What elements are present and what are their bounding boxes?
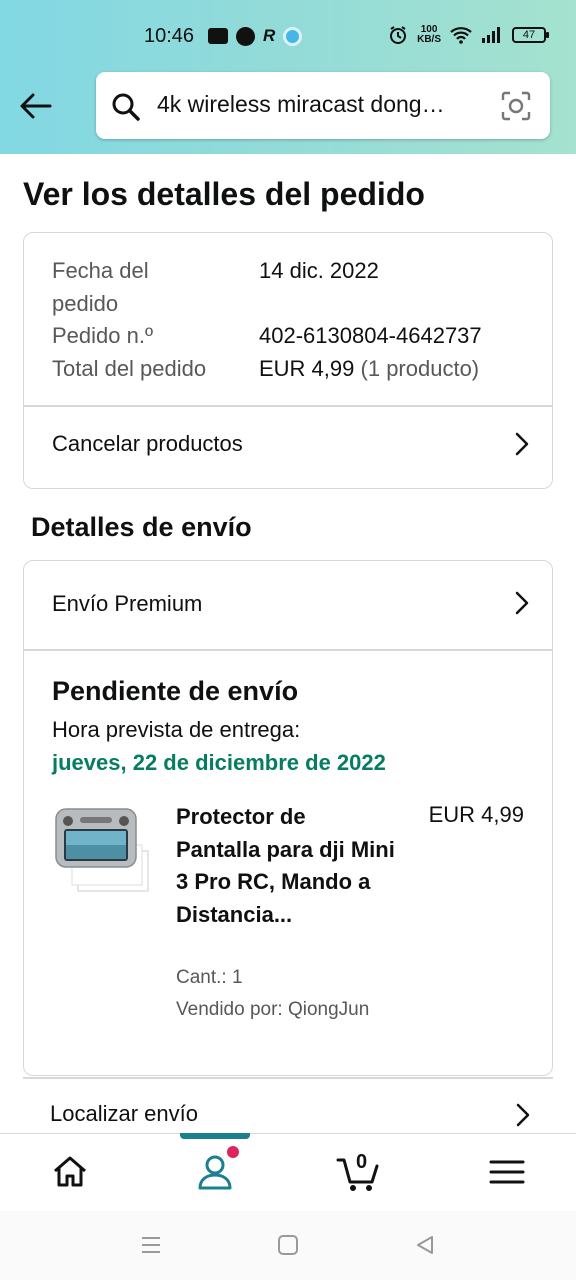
order-date-label: Fecha del pedido bbox=[52, 258, 149, 316]
notification-app-icon bbox=[283, 26, 303, 46]
order-total-value: EUR 4,99 (1 producto) bbox=[259, 353, 479, 386]
product-seller: Vendido por: QiongJun bbox=[176, 999, 370, 1020]
chevron-right-icon[interactable] bbox=[515, 1102, 531, 1128]
system-icons: 100 KB/S 47 bbox=[388, 25, 549, 45]
camera-search-icon[interactable] bbox=[500, 90, 532, 122]
shipping-status: Pendiente de envío bbox=[52, 676, 299, 706]
product-thumbnail[interactable] bbox=[54, 805, 150, 893]
order-total-amount: EUR 4,99 bbox=[259, 355, 355, 381]
status-time: 10:46 bbox=[144, 25, 195, 47]
notification-app-icon bbox=[208, 28, 228, 44]
order-total-row: Total del pedido EUR 4,99 (1 producto) bbox=[52, 353, 482, 386]
divider bbox=[24, 649, 552, 651]
system-nav-bar bbox=[0, 1211, 576, 1280]
notification-dot bbox=[227, 1146, 239, 1158]
shipping-card: Envío Premium Pendiente de envío Hora pr… bbox=[23, 560, 553, 1076]
top-bar: 10:46 R 100 KB/S 47 4k wireless miracast… bbox=[0, 0, 576, 154]
recent-apps-icon[interactable] bbox=[140, 1234, 162, 1256]
search-icon bbox=[112, 93, 140, 121]
product-name[interactable]: Protector de Pantalla para dji Mini 3 Pr… bbox=[176, 801, 396, 931]
eta-label: Hora prevista de entrega: bbox=[52, 717, 301, 742]
order-date-value: 14 dic. 2022 bbox=[259, 258, 379, 283]
shipping-method-link[interactable]: Envío Premium bbox=[52, 591, 202, 617]
divider bbox=[24, 405, 552, 407]
order-number-value: 402-6130804-4642737 bbox=[259, 323, 482, 348]
battery-indicator: 47 bbox=[512, 27, 549, 43]
order-total-count: (1 producto) bbox=[360, 355, 480, 381]
chevron-right-icon[interactable] bbox=[514, 590, 530, 616]
active-tab-indicator bbox=[180, 1133, 250, 1139]
order-total-label: Total del pedido bbox=[52, 355, 207, 381]
chevron-right-icon[interactable] bbox=[514, 431, 530, 457]
product-price: EUR 4,99 bbox=[428, 802, 524, 827]
back-arrow-icon[interactable] bbox=[16, 86, 56, 126]
network-speed-unit: KB/S bbox=[417, 34, 441, 45]
network-speed: 100 KB/S bbox=[417, 25, 441, 45]
divider bbox=[23, 1077, 553, 1079]
notification-r-icon: R bbox=[263, 26, 276, 45]
product-quantity: Cant.: 1 bbox=[176, 967, 243, 988]
cancel-items-link[interactable]: Cancelar productos bbox=[52, 431, 243, 457]
home-square-icon[interactable] bbox=[277, 1234, 299, 1256]
order-date-row: Fecha del pedido 14 dic. 2022 bbox=[52, 255, 482, 320]
order-meta: Fecha del pedido 14 dic. 2022 Pedido n.º… bbox=[52, 255, 482, 385]
notification-app-icon bbox=[236, 26, 255, 46]
cart-count: 0 bbox=[356, 1151, 368, 1173]
order-number-label: Pedido n.º bbox=[52, 323, 153, 348]
alarm-icon bbox=[390, 26, 407, 44]
signal-icon bbox=[482, 27, 500, 43]
track-shipment-link[interactable]: Localizar envío bbox=[50, 1101, 198, 1127]
shipping-section-title: Detalles de envío bbox=[31, 512, 252, 542]
home-icon[interactable] bbox=[48, 1150, 92, 1194]
wifi-icon bbox=[450, 27, 472, 44]
back-triangle-icon[interactable] bbox=[414, 1234, 436, 1256]
eta-date: jueves, 22 de diciembre de 2022 bbox=[52, 750, 386, 775]
page-title: Ver los detalles del pedido bbox=[23, 176, 425, 212]
search-query[interactable]: 4k wireless miracast dong… bbox=[157, 91, 487, 118]
status-bar: 10:46 R 100 KB/S 47 bbox=[0, 22, 576, 52]
order-summary-card: Fecha del pedido 14 dic. 2022 Pedido n.º… bbox=[23, 232, 553, 489]
search-bar[interactable]: 4k wireless miracast dong… bbox=[96, 72, 550, 139]
menu-icon[interactable] bbox=[485, 1150, 529, 1194]
order-number-row: Pedido n.º 402-6130804-4642737 bbox=[52, 320, 482, 353]
notification-icons: R bbox=[208, 26, 303, 46]
bottom-nav: 0 bbox=[0, 1133, 576, 1211]
